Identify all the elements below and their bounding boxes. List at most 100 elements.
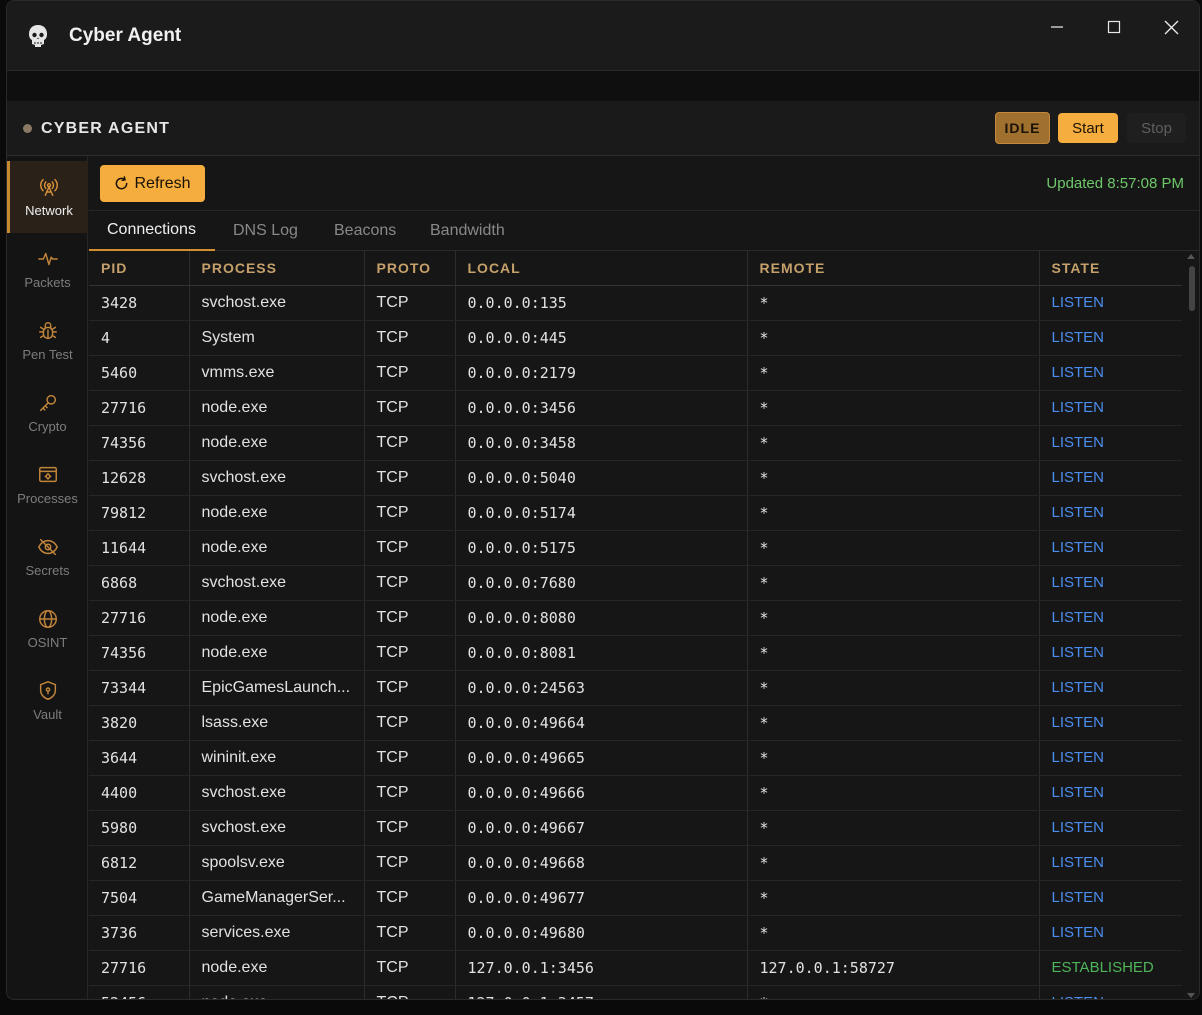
proto-cell: TCP xyxy=(364,635,456,671)
column-header[interactable]: PROCESS xyxy=(189,251,365,286)
maximize-icon xyxy=(1107,20,1121,34)
table-row[interactable]: 74356 node.exe TCP 0.0.0.0:8081 * LISTEN xyxy=(89,635,1182,671)
process-cell: vmms.exe xyxy=(189,355,365,391)
table-row[interactable]: 79812 node.exe TCP 0.0.0.0:5174 * LISTEN xyxy=(89,495,1182,531)
status-badge: IDLE xyxy=(995,112,1050,144)
tab-bandwidth[interactable]: Bandwidth xyxy=(412,211,523,251)
local-address-cell: 0.0.0.0:49664 xyxy=(455,705,748,741)
process-cell: services.exe xyxy=(189,915,365,951)
minimize-icon xyxy=(1051,26,1063,28)
scroll-thumb[interactable] xyxy=(1189,266,1195,311)
pid-cell: 3644 xyxy=(89,740,190,776)
close-button[interactable] xyxy=(1151,13,1191,41)
maximize-button[interactable] xyxy=(1094,13,1134,41)
local-address-cell: 0.0.0.0:49667 xyxy=(455,810,748,846)
local-address-cell: 0.0.0.0:8080 xyxy=(455,600,748,636)
scroll-down-arrow[interactable] xyxy=(1187,993,1195,998)
table-row[interactable]: 6812 spoolsv.exe TCP 0.0.0.0:49668 * LISTEN xyxy=(89,845,1182,881)
start-button[interactable]: Start xyxy=(1058,113,1118,143)
table-row[interactable]: 3644 wininit.exe TCP 0.0.0.0:49665 * LISTEN xyxy=(89,740,1182,776)
stop-button[interactable]: Stop xyxy=(1127,113,1186,143)
tab-connections[interactable]: Connections xyxy=(89,211,215,251)
local-address-cell: 0.0.0.0:5040 xyxy=(455,460,748,496)
tab-beacons[interactable]: Beacons xyxy=(316,211,414,251)
process-cell: node.exe xyxy=(189,495,365,531)
pulse-icon xyxy=(37,252,58,266)
table-row[interactable]: 3428 svchost.exe TCP 0.0.0.0:135 * LISTEN xyxy=(89,285,1182,321)
state-cell: ESTABLISHED xyxy=(1039,950,1182,986)
menu-strip xyxy=(7,71,1199,101)
table-row[interactable]: 4400 svchost.exe TCP 0.0.0.0:49666 * LISTEN xyxy=(89,775,1182,811)
table-row[interactable]: 27716 node.exe TCP 127.0.0.1:3456 127.0.0.1:… xyxy=(89,950,1182,986)
pid-cell: 74356 xyxy=(89,425,190,461)
pid-cell: 52456 xyxy=(89,985,190,999)
sidebar-item-label: OSINT xyxy=(27,635,68,650)
remote-address-cell: * xyxy=(747,985,1040,999)
proto-cell: TCP xyxy=(364,670,456,706)
scroll-up-arrow[interactable] xyxy=(1187,254,1195,259)
state-cell: LISTEN xyxy=(1039,285,1182,321)
process-cell: node.exe xyxy=(189,635,365,671)
skull-logo-icon xyxy=(29,25,47,47)
minimize-button[interactable] xyxy=(1037,13,1077,41)
remote-address-cell: * xyxy=(747,565,1040,601)
column-header[interactable]: REMOTE xyxy=(747,251,1040,286)
local-address-cell: 0.0.0.0:5175 xyxy=(455,530,748,566)
table-scrollbar[interactable] xyxy=(1182,251,1199,999)
sidebar-item-pen-test[interactable]: Pen Test xyxy=(7,305,88,377)
state-cell: LISTEN xyxy=(1039,530,1182,566)
proto-cell: TCP xyxy=(364,565,456,601)
proto-cell: TCP xyxy=(364,495,456,531)
process-cell: GameManagerSer... xyxy=(189,880,365,916)
table-row[interactable]: 3820 lsass.exe TCP 0.0.0.0:49664 * LISTEN xyxy=(89,705,1182,741)
proto-cell: TCP xyxy=(364,915,456,951)
pid-cell: 7504 xyxy=(89,880,190,916)
state-cell: LISTEN xyxy=(1039,565,1182,601)
remote-address-cell: * xyxy=(747,390,1040,426)
local-address-cell: 0.0.0.0:3458 xyxy=(455,425,748,461)
process-cell: spoolsv.exe xyxy=(189,845,365,881)
table-row[interactable]: 52456node.exeTCP127.0.0.1:3457*LISTEN xyxy=(89,985,1182,999)
table-row[interactable]: 12628 svchost.exe TCP 0.0.0.0:5040 * LISTEN xyxy=(89,460,1182,496)
local-address-cell: 0.0.0.0:3456 xyxy=(455,390,748,426)
refresh-button[interactable]: Refresh xyxy=(100,165,205,202)
local-address-cell: 0.0.0.0:135 xyxy=(455,285,748,321)
local-address-cell: 0.0.0.0:5174 xyxy=(455,495,748,531)
proto-cell: TCP xyxy=(364,810,456,846)
column-header[interactable]: LOCAL xyxy=(455,251,748,286)
table-row[interactable]: 27716 node.exe TCP 0.0.0.0:8080 * LISTEN xyxy=(89,600,1182,636)
sidebar-item-packets[interactable]: Packets xyxy=(7,233,88,305)
remote-address-cell: * xyxy=(747,705,1040,741)
sidebar-item-crypto[interactable]: Crypto xyxy=(7,377,88,449)
table-row[interactable]: 3736 services.exe TCP 0.0.0.0:49680 * LISTEN xyxy=(89,915,1182,951)
table-row[interactable]: 6868 svchost.exe TCP 0.0.0.0:7680 * LISTEN xyxy=(89,565,1182,601)
column-header[interactable]: PID xyxy=(89,251,190,286)
sidebar-item-osint[interactable]: OSINT xyxy=(7,593,88,665)
tab-dns-log[interactable]: DNS Log xyxy=(215,211,316,251)
local-address-cell: 0.0.0.0:2179 xyxy=(455,355,748,391)
sidebar-item-secrets[interactable]: Secrets xyxy=(7,521,88,593)
sidebar-item-processes[interactable]: Processes xyxy=(7,449,88,521)
sidebar-item-label: Network xyxy=(25,203,73,218)
sidebar-item-network[interactable]: Network xyxy=(7,161,88,233)
table-row[interactable]: 5460 vmms.exe TCP 0.0.0.0:2179 * LISTEN xyxy=(89,355,1182,391)
sidebar-item-vault[interactable]: Vault xyxy=(7,665,88,737)
local-address-cell: 0.0.0.0:24563 xyxy=(455,670,748,706)
remote-address-cell: * xyxy=(747,320,1040,356)
column-header[interactable]: STATE xyxy=(1039,251,1182,286)
column-header[interactable]: PROTO xyxy=(364,251,456,286)
process-cell: svchost.exe xyxy=(189,285,365,321)
pid-cell: 3736 xyxy=(89,915,190,951)
table-row[interactable]: 11644 node.exe TCP 0.0.0.0:5175 * LISTEN xyxy=(89,530,1182,566)
table-row[interactable]: 74356 node.exe TCP 0.0.0.0:3458 * LISTEN xyxy=(89,425,1182,461)
sidebar-item-label: Crypto xyxy=(28,419,67,434)
table-row[interactable]: 7504 GameManagerSer... TCP 0.0.0.0:49677 * LI… xyxy=(89,880,1182,916)
sidebar-item-label: Pen Test xyxy=(22,347,73,362)
remote-address-cell: * xyxy=(747,775,1040,811)
table-row[interactable]: 4 System TCP 0.0.0.0:445 * LISTEN xyxy=(89,320,1182,356)
state-cell: LISTEN xyxy=(1039,705,1182,741)
table-row[interactable]: 27716 node.exe TCP 0.0.0.0:3456 * LISTEN xyxy=(89,390,1182,426)
local-address-cell: 0.0.0.0:49668 xyxy=(455,845,748,881)
table-row[interactable]: 73344 EpicGamesLaunch... TCP 0.0.0.0:24563 *… xyxy=(89,670,1182,706)
table-row[interactable]: 5980 svchost.exe TCP 0.0.0.0:49667 * LISTEN xyxy=(89,810,1182,846)
